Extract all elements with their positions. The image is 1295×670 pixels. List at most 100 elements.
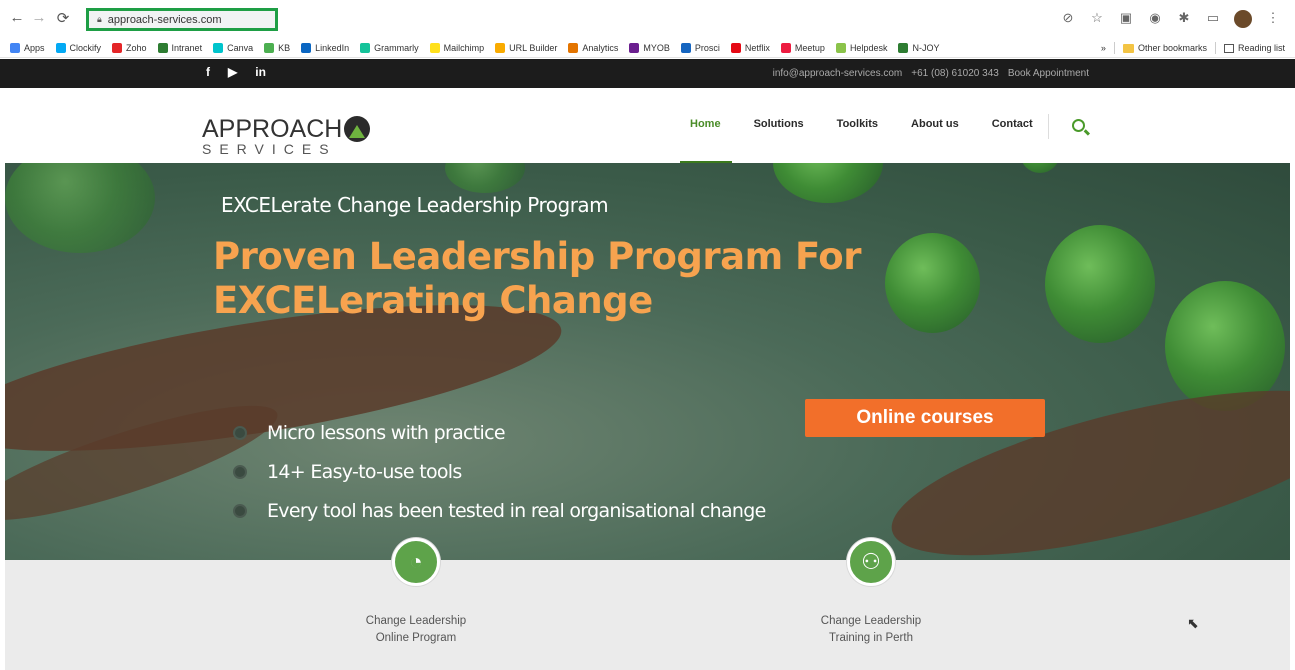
bookmark-label: Mailchimp (443, 42, 485, 53)
other-bookmarks-button[interactable]: Other bookmarks (1122, 43, 1207, 53)
facebook-icon[interactable]: f (206, 65, 210, 79)
nav-divider (1048, 114, 1049, 139)
bookmark-favicon-icon (835, 42, 846, 53)
bookmark-item[interactable]: Zoho (112, 42, 147, 53)
nav-home[interactable]: Home (680, 118, 731, 164)
back-arrow-icon[interactable]: ← (8, 9, 26, 26)
globe-icon[interactable]: ◉ (1147, 10, 1163, 28)
bookmark-item[interactable]: Grammarly (360, 42, 419, 53)
bookmark-favicon-icon (780, 42, 791, 53)
bookmark-favicon-icon (157, 42, 168, 53)
site-topbar: f ▶ in info@approach-services.com +61 (0… (0, 59, 1295, 88)
online-courses-button[interactable]: Online courses (805, 399, 1045, 437)
bookmark-favicon-icon (301, 42, 312, 53)
bookmark-item[interactable]: Clockify (55, 42, 102, 53)
bookmark-favicon-icon (112, 42, 123, 53)
bookmark-label: Clockify (69, 42, 102, 53)
hero-title-line1: Proven Leadership Program For (213, 235, 861, 278)
bookmark-label: Canva (227, 42, 254, 53)
bookmark-item[interactable]: Helpdesk (835, 42, 888, 53)
puzzle-icon[interactable]: ✱ (1176, 10, 1192, 28)
bookmark-item[interactable]: LinkedIn (301, 42, 350, 53)
phone-link[interactable]: +61 (08) 61020 343 (911, 68, 999, 79)
feature-training-perth[interactable]: Change Leadership Training in Perth (771, 613, 971, 647)
reader-icon[interactable]: ▣ (1118, 10, 1134, 28)
bookmark-label: Netflix (744, 42, 770, 53)
globe-icon[interactable]: ◔ (392, 538, 440, 586)
search-icon[interactable] (1072, 119, 1085, 132)
bullet-dot-icon (233, 425, 247, 440)
bullet-item: 14+ Easy-to-use tools (233, 452, 766, 491)
bookmark-item[interactable]: Canva (213, 42, 254, 53)
bookmark-favicon-icon (898, 42, 909, 53)
bookmark-label: MYOB (643, 42, 670, 53)
feature-label-line2: Online Program (375, 632, 457, 644)
contact-info: info@approach-services.com +61 (08) 6102… (773, 68, 1089, 79)
bookmark-item[interactable]: URL Builder (495, 42, 558, 53)
bookmark-label: Helpdesk (849, 42, 888, 53)
eye-off-icon[interactable]: ⊘ (1060, 10, 1076, 28)
cast-icon[interactable]: ▭ (1205, 10, 1221, 28)
bullet-text: 14+ Easy-to-use tools (267, 460, 462, 483)
bookmark-item[interactable]: Prosci (680, 42, 720, 53)
logo-subtext: SERVICES (202, 141, 337, 157)
address-bar[interactable]: 🔒︎ approach-services.com (86, 8, 278, 31)
reading-list-button[interactable]: Reading list (1223, 43, 1285, 53)
bookmark-label: Meetup (794, 42, 825, 53)
book-appointment-link[interactable]: Book Appointment (1008, 68, 1089, 79)
star-icon[interactable]: ☆ (1089, 10, 1105, 28)
bookmark-label: URL Builder (509, 42, 558, 53)
youtube-icon[interactable]: ▶ (228, 65, 237, 79)
nav-contact[interactable]: Contact (992, 118, 1033, 130)
social-links: f ▶ in (206, 65, 266, 79)
bookmark-item[interactable]: Analytics (568, 42, 618, 53)
logo[interactable]: APPROACH SERVICES (202, 115, 371, 157)
bookmark-item[interactable]: MYOB (629, 42, 670, 53)
nav-toolkits[interactable]: Toolkits (837, 118, 878, 130)
bookmark-item[interactable]: KB (264, 42, 290, 53)
logo-text: APPROACH (202, 115, 343, 143)
lock-icon: 🔒︎ (97, 14, 102, 24)
bullet-item: Every tool has been tested in real organ… (233, 491, 766, 530)
group-icon[interactable]: ⚇ (847, 538, 895, 586)
linkedin-icon[interactable]: in (255, 65, 266, 79)
folder-icon (1122, 43, 1134, 53)
decorative-sphere (1020, 163, 1060, 173)
bookmarks-overflow-button[interactable]: » (1101, 43, 1106, 53)
menu-kebab-icon[interactable]: ⋮ (1265, 10, 1281, 28)
bookmark-favicon-icon (429, 42, 440, 53)
bookmark-item[interactable]: Intranet (157, 42, 203, 53)
bookmark-label: Intranet (171, 42, 203, 53)
bookmark-item[interactable]: N-JOY (898, 42, 939, 53)
bookmark-item[interactable]: Netflix (730, 42, 770, 53)
bookmark-item[interactable]: Meetup (780, 42, 825, 53)
bookmark-favicon-icon (495, 42, 506, 53)
bookmark-favicon-icon (10, 42, 20, 53)
bullet-dot-icon (233, 503, 247, 518)
mouse-cursor-icon: ⬉ (1187, 615, 1199, 631)
bookmarks-right: » Other bookmarks Reading list (1101, 38, 1285, 58)
hero-title: Proven Leadership Program For EXCELerati… (213, 235, 861, 323)
reading-list-label: Reading list (1237, 43, 1285, 53)
feature-online-program[interactable]: Change Leadership Online Program (316, 613, 516, 647)
bookmark-favicon-icon (629, 42, 640, 53)
reload-icon[interactable]: ⟳ (54, 9, 72, 27)
hero-bullets: Micro lessons with practice 14+ Easy-to-… (233, 413, 766, 530)
decorative-sphere (1045, 225, 1155, 343)
extension-toolbar: ⊘ ☆ ▣ ◉ ✱ ▭ ⋮ (1060, 10, 1281, 28)
feature-label-line1: Change Leadership (820, 615, 922, 627)
reading-list-icon (1223, 43, 1234, 53)
bullet-text: Every tool has been tested in real organ… (267, 499, 766, 522)
bullet-text: Micro lessons with practice (267, 421, 506, 444)
bookmark-item[interactable]: Mailchimp (429, 42, 485, 53)
divider (1214, 42, 1216, 54)
bookmark-label: Grammarly (374, 42, 419, 53)
profile-avatar[interactable] (1234, 10, 1252, 28)
nav-solutions[interactable]: Solutions (754, 118, 804, 130)
divider (1113, 42, 1115, 54)
email-link[interactable]: info@approach-services.com (773, 68, 903, 79)
forward-arrow-icon[interactable]: → (30, 9, 48, 26)
bookmark-item[interactable]: Apps (10, 42, 45, 53)
bookmark-label: LinkedIn (315, 42, 350, 53)
nav-about-us[interactable]: About us (911, 118, 959, 130)
